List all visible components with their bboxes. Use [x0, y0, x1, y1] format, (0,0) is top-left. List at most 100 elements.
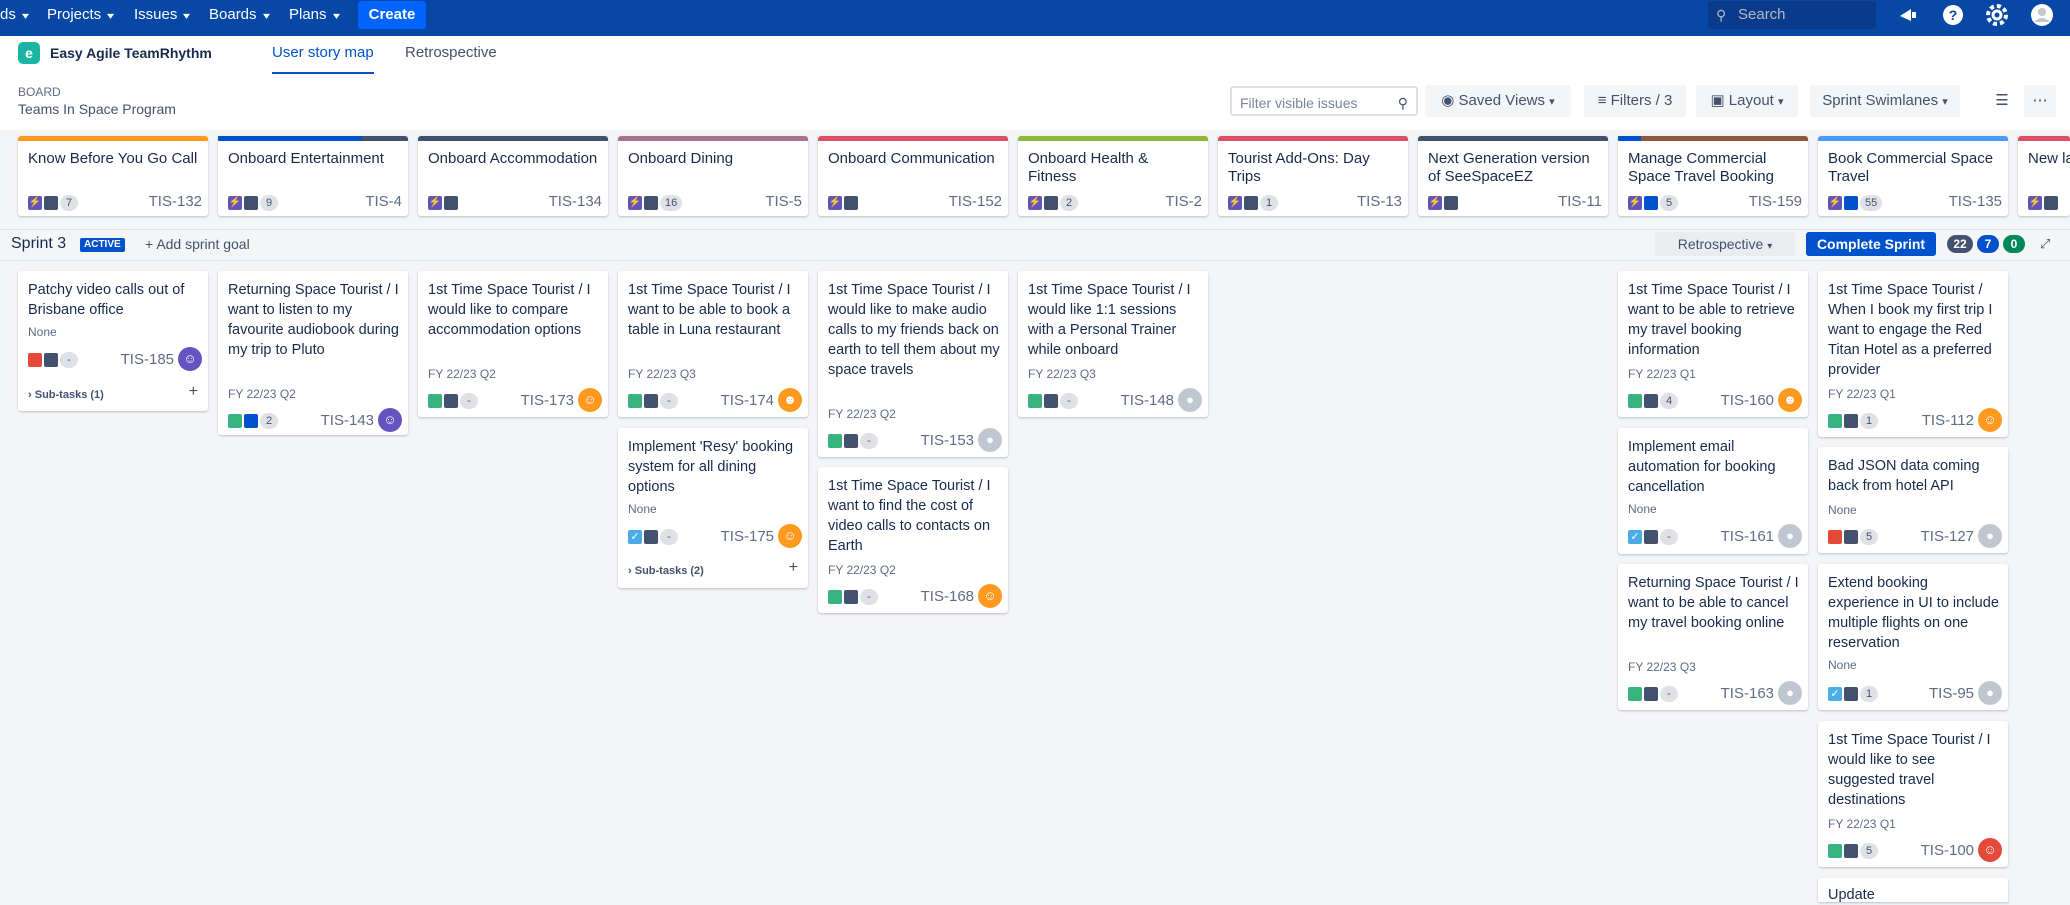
- issue-key[interactable]: TIS-127: [1921, 528, 1974, 545]
- story-icon: [828, 433, 842, 448]
- layout-button[interactable]: ▣ Layout ▾: [1696, 85, 1798, 117]
- view-mode-icon[interactable]: ☰: [1986, 85, 2018, 117]
- assignee-avatar[interactable]: ☺: [378, 408, 402, 432]
- tab-user-story-map[interactable]: User story map: [272, 44, 374, 74]
- issue-key[interactable]: TIS-112: [1922, 412, 1974, 429]
- more-options-icon[interactable]: ⋯: [2024, 85, 2056, 117]
- epic-card[interactable]: Onboard Entertainment ⚡ 9 TIS-4: [218, 136, 408, 216]
- issue-key[interactable]: TIS-161: [1721, 528, 1774, 545]
- filter-input[interactable]: Filter visible issues ⚲: [1230, 86, 1418, 116]
- issue-card[interactable]: 1st Time Space Tourist / I would like 1:…: [1018, 271, 1208, 417]
- swimlanes-button[interactable]: Sprint Swimlanes ▾: [1810, 85, 1960, 117]
- issue-key[interactable]: TIS-173: [521, 392, 574, 409]
- issue-card[interactable]: Implement 'Resy' booking system for all …: [618, 428, 808, 588]
- estimate-badge: -: [860, 432, 878, 449]
- settings-gear-icon[interactable]: [1985, 4, 2009, 26]
- epic-key[interactable]: TIS-11: [1558, 193, 1602, 210]
- issue-key[interactable]: TIS-153: [921, 432, 974, 449]
- issue-key[interactable]: TIS-143: [321, 412, 374, 429]
- issue-card[interactable]: Patchy video calls out of Brisbane offic…: [18, 271, 208, 411]
- issue-card[interactable]: Returning Space Tourist / I want to list…: [218, 271, 408, 435]
- issue-card[interactable]: 1st Time Space Tourist / I want to be ab…: [618, 271, 808, 417]
- subtasks-toggle[interactable]: › Sub-tasks (2): [628, 565, 704, 577]
- subtasks-toggle[interactable]: › Sub-tasks (1): [28, 389, 104, 401]
- epic-key[interactable]: TIS-159: [1749, 193, 1802, 210]
- epic-card[interactable]: Book Commercial Space Travel ⚡ 55 TIS-135: [1818, 136, 2008, 216]
- notifications-icon[interactable]: [1896, 4, 1920, 26]
- issue-key[interactable]: TIS-163: [1721, 685, 1774, 702]
- epic-title: Book Commercial Space Travel: [1828, 150, 1994, 185]
- epic-key[interactable]: TIS-4: [365, 193, 402, 210]
- epic-key[interactable]: TIS-135: [1949, 193, 2002, 210]
- issue-key[interactable]: TIS-185: [121, 351, 174, 368]
- unassigned-avatar-icon[interactable]: ●: [1178, 388, 1202, 412]
- epic-card[interactable]: Onboard Dining ⚡ 16 TIS-5: [618, 136, 808, 216]
- issue-key[interactable]: TIS-160: [1721, 392, 1774, 409]
- issue-card[interactable]: 1st Time Space Tourist / I would like to…: [818, 271, 1008, 457]
- search-input[interactable]: ⚲ Search: [1708, 1, 1876, 29]
- assignee-avatar[interactable]: ☺: [1978, 408, 2002, 432]
- nav-issues[interactable]: Issues ▾: [134, 0, 190, 30]
- epic-key[interactable]: TIS-132: [149, 193, 202, 210]
- epic-card[interactable]: Manage Commercial Space Travel Booking ⚡ 5…: [1618, 136, 1808, 216]
- issue-card[interactable]: 1st Time Space Tourist / I want to find …: [818, 467, 1008, 613]
- unassigned-avatar-icon[interactable]: ●: [1978, 524, 2002, 548]
- nav-dashboards[interactable]: ds ▾: [0, 0, 29, 30]
- epic-card[interactable]: New la ⚡: [2018, 136, 2070, 216]
- issue-card[interactable]: 1st Time Space Tourist / I would like to…: [1818, 721, 2008, 867]
- saved-views-button[interactable]: ◉ Saved Views ▾: [1425, 85, 1571, 117]
- epic-key[interactable]: TIS-2: [1165, 193, 1202, 210]
- priority-icon: [1044, 393, 1058, 408]
- unassigned-avatar-icon[interactable]: ●: [1978, 681, 2002, 705]
- assignee-avatar[interactable]: ☺: [978, 584, 1002, 608]
- unassigned-avatar-icon[interactable]: ●: [978, 428, 1002, 452]
- user-avatar-icon[interactable]: [2030, 4, 2054, 26]
- unassigned-avatar-icon[interactable]: ●: [1778, 524, 1802, 548]
- assignee-avatar[interactable]: ☺: [778, 524, 802, 548]
- issue-card[interactable]: 1st Time Space Tourist / When I book my …: [1818, 271, 2008, 437]
- nav-projects[interactable]: Projects ▾: [47, 0, 114, 30]
- issue-card[interactable]: Update: [1818, 878, 2008, 903]
- epic-card[interactable]: Know Before You Go Call ⚡ 7 TIS-132: [18, 136, 208, 216]
- issue-card[interactable]: Bad JSON data coming back from hotel API…: [1818, 447, 2008, 553]
- epic-card[interactable]: Tourist Add-Ons: Day Trips ⚡ 1 TIS-13: [1218, 136, 1408, 216]
- add-subtask-icon[interactable]: +: [189, 383, 198, 401]
- issue-card[interactable]: 1st Time Space Tourist / I would like to…: [418, 271, 608, 417]
- filters-button[interactable]: ≡ Filters / 3: [1584, 85, 1686, 117]
- epic-key[interactable]: TIS-5: [765, 193, 802, 210]
- create-button[interactable]: Create: [358, 1, 426, 29]
- issue-key[interactable]: TIS-175: [721, 528, 774, 545]
- issue-card[interactable]: Returning Space Tourist / I want to be a…: [1618, 564, 1808, 710]
- epic-key[interactable]: TIS-134: [549, 193, 602, 210]
- unassigned-avatar-icon[interactable]: ●: [1778, 681, 1802, 705]
- help-icon[interactable]: ?: [1941, 4, 1965, 26]
- complete-sprint-button[interactable]: Complete Sprint: [1806, 232, 1936, 256]
- epic-key[interactable]: TIS-152: [949, 193, 1002, 210]
- issue-card[interactable]: Extend booking experience in UI to inclu…: [1818, 564, 2008, 710]
- issue-key[interactable]: TIS-95: [1929, 685, 1974, 702]
- assignee-avatar[interactable]: ☻: [778, 388, 802, 412]
- nav-plans[interactable]: Plans ▾: [289, 0, 340, 30]
- issue-key[interactable]: TIS-100: [1921, 842, 1974, 859]
- nav-boards[interactable]: Boards ▾: [209, 0, 270, 30]
- issue-key[interactable]: TIS-174: [721, 392, 774, 409]
- add-sprint-goal-button[interactable]: + Add sprint goal: [145, 236, 250, 252]
- sprint-status-badge: ACTIVE: [80, 238, 125, 252]
- epic-card[interactable]: Onboard Accommodation ⚡ TIS-134: [418, 136, 608, 216]
- epic-card[interactable]: Onboard Health & Fitness ⚡ 2 TIS-2: [1018, 136, 1208, 216]
- assignee-avatar[interactable]: ☺: [1978, 838, 2002, 862]
- assignee-avatar[interactable]: ☺: [578, 388, 602, 412]
- epic-card[interactable]: Onboard Communication ⚡ TIS-152: [818, 136, 1008, 216]
- collapse-icon[interactable]: ⤢: [2040, 236, 2050, 252]
- assignee-avatar[interactable]: ☻: [1778, 388, 1802, 412]
- add-subtask-icon[interactable]: +: [789, 559, 798, 577]
- issue-card[interactable]: Implement email automation for booking c…: [1618, 428, 1808, 554]
- tab-retrospective[interactable]: Retrospective: [405, 44, 497, 66]
- retrospective-dropdown[interactable]: Retrospective ▾: [1655, 232, 1795, 256]
- issue-key[interactable]: TIS-148: [1121, 392, 1174, 409]
- issue-card[interactable]: 1st Time Space Tourist / I want to be ab…: [1618, 271, 1808, 417]
- issue-key[interactable]: TIS-168: [921, 588, 974, 605]
- epic-card[interactable]: Next Generation version of SeeSpaceEZ ⚡ TI…: [1418, 136, 1608, 216]
- epic-key[interactable]: TIS-13: [1357, 193, 1402, 210]
- assignee-avatar[interactable]: ☺: [178, 347, 202, 371]
